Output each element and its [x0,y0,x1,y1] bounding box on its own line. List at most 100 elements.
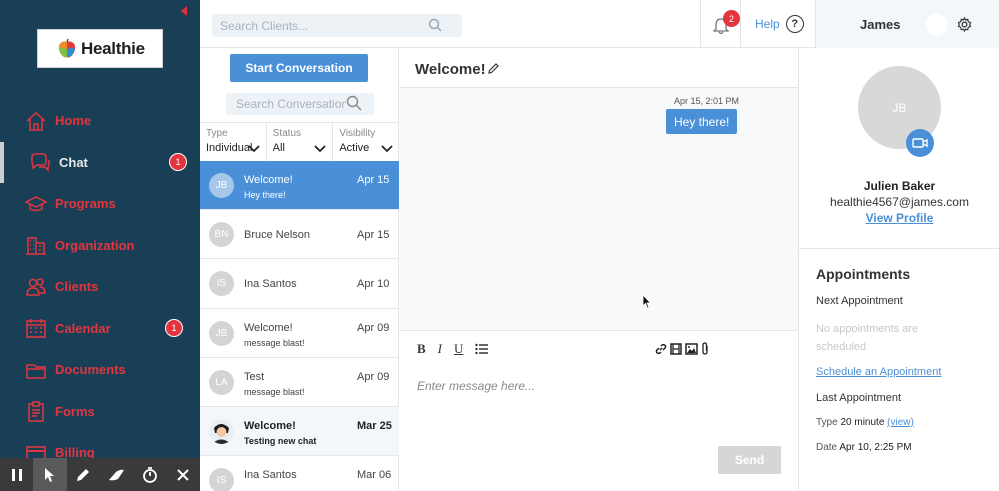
chevron-down-icon [314,145,326,153]
close-icon [177,468,189,481]
start-conversation-button[interactable]: Start Conversation [230,54,368,82]
image-attach-button[interactable] [685,342,698,360]
sidebar-item-chat[interactable]: Chat 1 [0,141,200,183]
avatar: BN [209,222,234,248]
avatar: IS [209,271,234,297]
sidebar-item-calendar[interactable]: Calendar 1 [0,308,200,350]
list-item[interactable]: LA Test message blast! Apr 09 [200,358,399,407]
appointments-title: Appointments [816,266,911,282]
conversation-filters: Type Individual Status All Visibility Ac… [200,122,399,161]
conversation-date: Apr 09 [357,321,390,334]
user-avatar[interactable] [926,14,948,36]
user-menu[interactable]: James [815,0,999,48]
avatar: IS [209,468,234,491]
chat-title: Welcome! [415,61,486,78]
filter-status[interactable]: Status All [267,123,334,161]
send-button[interactable]: Send [718,446,781,474]
user-name: James [860,17,901,32]
avatar: LA [209,369,234,395]
pencil-edit-icon[interactable] [488,62,500,74]
bold-button[interactable]: B [417,341,426,357]
message-input[interactable] [417,375,777,397]
collapse-sidebar-icon[interactable] [181,6,187,16]
sidebar-item-forms[interactable]: Forms [0,391,200,433]
chevron-down-icon [248,145,260,153]
conversation-date: Apr 10 [357,278,390,291]
search-clients-input[interactable] [212,14,422,37]
schedule-appointment-link[interactable]: Schedule an Appointment [816,366,941,378]
italic-button[interactable]: I [438,341,442,357]
conversation-name: Test [244,370,265,383]
close-button[interactable] [166,458,199,491]
pointer-icon [44,467,54,482]
pointer-button[interactable] [33,458,67,491]
filter-visibility[interactable]: Visibility Active [333,123,399,161]
pause-button[interactable] [0,458,33,491]
conversation-list: JB Welcome! Hey there! Apr 15 BN Bruce N… [200,161,399,491]
view-appointment-link[interactable]: (view) [887,417,914,428]
search-conversations-input[interactable] [226,93,346,115]
search-icon[interactable] [346,95,362,111]
gear-icon[interactable] [957,17,972,32]
client-card: JB Julien Baker healthie4567@james.com V… [799,48,999,249]
sidebar-item-label: Documents [55,362,126,378]
attachment-toolbar [655,342,712,360]
date-value: Apr 10, 2:25 PM [839,442,912,453]
filter-type[interactable]: Type Individual [200,123,267,161]
file-attach-button[interactable] [701,342,709,360]
eraser-button[interactable] [100,458,133,491]
list-item[interactable]: BN Bruce Nelson Apr 15 [200,210,399,260]
conversation-name: Welcome! [244,419,296,432]
sidebar-item-organization[interactable]: Organization [0,225,200,267]
video-call-button[interactable] [906,129,934,157]
list-item[interactable]: Welcome! Testing new chat Mar 25 [200,406,399,457]
sidebar-nav: Home Chat 1 Programs Organization Client… [0,100,200,474]
conversation-date: Mar 25 [357,419,392,432]
conversation-date: Apr 15 [357,174,390,186]
type-label: Type [816,417,838,428]
link-button[interactable] [655,342,667,360]
bullet-list-icon[interactable] [475,343,489,355]
conversation-date: Mar 06 [357,469,392,482]
underline-button[interactable]: U [454,341,463,357]
view-profile-link[interactable]: View Profile [799,211,999,225]
last-appointment-label: Last Appointment [816,392,902,404]
conversation-date: Apr 09 [357,370,390,383]
sidebar-item-home[interactable]: Home [0,100,200,142]
avatar [209,418,234,444]
building-icon [26,237,46,255]
sidebar-item-documents[interactable]: Documents [0,349,200,391]
format-toolbar: B I U [417,341,489,357]
appointment-type-row: Type 20 minute (view) [816,417,914,428]
list-item[interactable]: JB Welcome! Hey there! Apr 15 [200,161,399,211]
users-icon [26,278,46,296]
help-button[interactable]: Help ? [755,15,804,33]
chat-icon [31,153,50,173]
message-timestamp: Apr 15, 2:01 PM [674,96,740,106]
list-item[interactable]: IS Ina Santos Mar 06 [200,456,399,491]
sidebar-item-clients[interactable]: Clients [0,266,200,308]
list-item[interactable]: IS Ina Santos Apr 10 [200,259,399,309]
avatar: JB [209,173,234,198]
message-composer: B I U Send [399,330,798,491]
timer-button[interactable] [133,458,166,491]
appointment-date-row: Date Apr 10, 2:25 PM [816,442,912,453]
conversation-name: Welcome! [244,321,293,334]
sidebar-item-label: Chat [59,154,88,170]
paperclip-icon [702,342,708,355]
logo[interactable]: Healthie [37,29,163,68]
mouse-cursor-icon [642,294,652,309]
graduation-cap-icon [25,195,47,211]
appointments-section: Appointments Next Appointment No appoint… [799,249,999,491]
healthie-logo-icon [58,38,76,58]
notifications-button[interactable]: 2 [700,0,741,48]
list-item[interactable]: JB Welcome! message blast! Apr 09 [200,309,399,358]
search-icon[interactable] [428,18,442,32]
recorder-toolbar [0,458,200,491]
chat-header: Welcome! [399,48,798,88]
sidebar-item-programs[interactable]: Programs [0,183,200,225]
sidebar: Healthie Home Chat 1 Programs Organizati… [0,0,200,491]
video-attach-button[interactable] [670,342,682,360]
pencil-button[interactable] [67,458,100,491]
calendar-badge: 1 [165,319,183,338]
